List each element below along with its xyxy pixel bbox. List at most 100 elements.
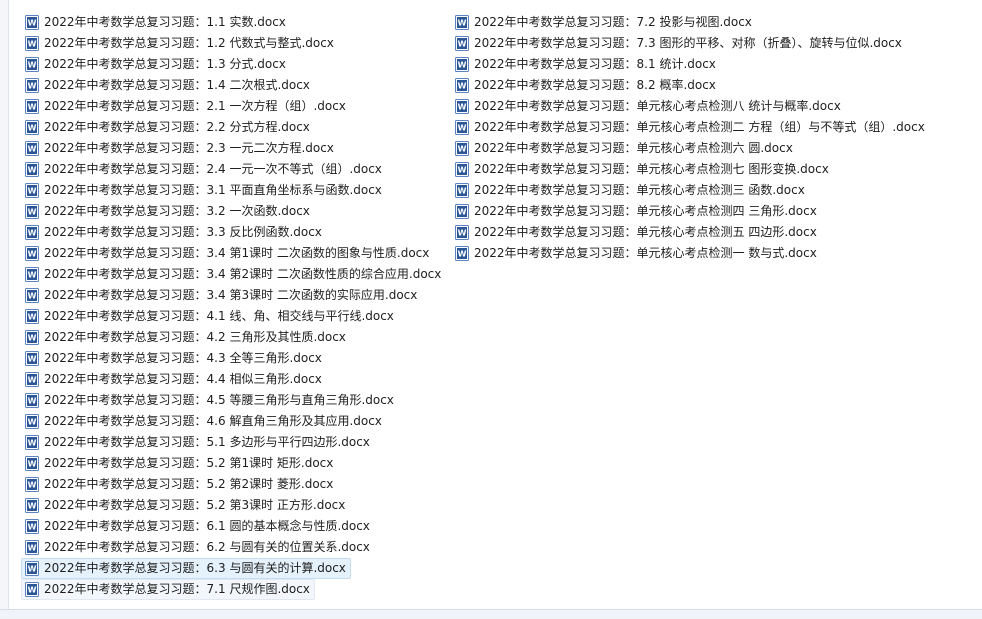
file-item[interactable]: W 2022年中考数学总复习习题：单元核心考点检测三 函数.docx xyxy=(451,180,810,201)
file-item[interactable]: W 2022年中考数学总复习习题：单元核心考点检测二 方程（组）与不等式（组）.… xyxy=(451,117,930,138)
svg-text:W: W xyxy=(458,103,467,112)
file-item[interactable]: W 2022年中考数学总复习习题：2.3 一元二次方程.docx xyxy=(21,138,339,159)
file-name: 2022年中考数学总复习习题：2.4 一元一次不等式（组）.docx xyxy=(44,162,382,176)
file-item[interactable]: W 2022年中考数学总复习习题：2.4 一元一次不等式（组）.docx xyxy=(21,159,387,180)
file-item[interactable]: W 2022年中考数学总复习习题：4.6 解直角三角形及其应用.docx xyxy=(21,411,387,432)
svg-text:W: W xyxy=(28,460,37,469)
file-item[interactable]: W 2022年中考数学总复习习题：7.2 投影与视图.docx xyxy=(451,12,757,33)
word-document-icon: W xyxy=(25,204,39,219)
word-document-icon: W xyxy=(25,141,39,156)
svg-text:W: W xyxy=(28,502,37,511)
file-item[interactable]: W 2022年中考数学总复习习题：4.1 线、角、相交线与平行线.docx xyxy=(21,306,399,327)
file-item[interactable]: W 2022年中考数学总复习习题：3.4 第1课时 二次函数的图象与性质.doc… xyxy=(21,243,434,264)
svg-text:W: W xyxy=(458,229,467,238)
file-item[interactable]: W 2022年中考数学总复习习题：单元核心考点检测七 图形变换.docx xyxy=(451,159,834,180)
file-item[interactable]: W 2022年中考数学总复习习题：4.5 等腰三角形与直角三角形.docx xyxy=(21,390,399,411)
svg-text:W: W xyxy=(28,418,37,427)
file-item[interactable]: W 2022年中考数学总复习习题：6.2 与圆有关的位置关系.docx xyxy=(21,537,375,558)
svg-text:W: W xyxy=(458,124,467,133)
word-document-icon: W xyxy=(25,267,39,282)
word-document-icon: W xyxy=(455,141,469,156)
svg-text:W: W xyxy=(458,250,467,259)
word-document-icon: W xyxy=(25,309,39,324)
file-name: 2022年中考数学总复习习题：5.2 第2课时 菱形.docx xyxy=(44,477,334,491)
file-item[interactable]: W 2022年中考数学总复习习题：5.2 第1课时 矩形.docx xyxy=(21,453,338,474)
file-item[interactable]: W 2022年中考数学总复习习题：单元核心考点检测五 四边形.docx xyxy=(451,222,822,243)
svg-text:W: W xyxy=(28,313,37,322)
svg-text:W: W xyxy=(28,271,37,280)
file-item[interactable]: W 2022年中考数学总复习习题：单元核心考点检测八 统计与概率.docx xyxy=(451,96,846,117)
file-list[interactable]: W 2022年中考数学总复习习题：1.1 实数.docx W 2022年中考数学… xyxy=(0,0,982,609)
file-column-right: W 2022年中考数学总复习习题：7.2 投影与视图.docx W 2022年中… xyxy=(451,12,930,264)
file-name: 2022年中考数学总复习习题：1.2 代数式与整式.docx xyxy=(44,36,334,50)
file-name: 2022年中考数学总复习习题：2.1 一次方程（组）.docx xyxy=(44,99,346,113)
svg-text:W: W xyxy=(28,145,37,154)
file-item[interactable]: W 2022年中考数学总复习习题：1.3 分式.docx xyxy=(21,54,291,75)
svg-text:W: W xyxy=(28,187,37,196)
word-document-icon: W xyxy=(25,414,39,429)
file-item[interactable]: W 2022年中考数学总复习习题：5.2 第2课时 菱形.docx xyxy=(21,474,338,495)
file-item[interactable]: W 2022年中考数学总复习习题：8.1 统计.docx xyxy=(451,54,721,75)
file-name: 2022年中考数学总复习习题：6.2 与圆有关的位置关系.docx xyxy=(44,540,370,554)
svg-text:W: W xyxy=(28,439,37,448)
word-document-icon: W xyxy=(25,120,39,135)
file-item[interactable]: W 2022年中考数学总复习习题：6.3 与圆有关的计算.docx xyxy=(21,558,351,579)
svg-text:W: W xyxy=(28,544,37,553)
file-item[interactable]: W 2022年中考数学总复习习题：单元核心考点检测一 数与式.docx xyxy=(451,243,822,264)
file-name: 2022年中考数学总复习习题：3.1 平面直角坐标系与函数.docx xyxy=(44,183,382,197)
word-document-icon: W xyxy=(25,288,39,303)
file-item[interactable]: W 2022年中考数学总复习习题：3.3 反比例函数.docx xyxy=(21,222,327,243)
file-name: 2022年中考数学总复习习题：单元核心考点检测七 图形变换.docx xyxy=(474,162,829,176)
file-item[interactable]: W 2022年中考数学总复习习题：1.1 实数.docx xyxy=(21,12,291,33)
svg-text:W: W xyxy=(28,292,37,301)
word-document-icon: W xyxy=(25,36,39,51)
word-document-icon: W xyxy=(25,435,39,450)
word-document-icon: W xyxy=(455,204,469,219)
file-item[interactable]: W 2022年中考数学总复习习题：2.2 分式方程.docx xyxy=(21,117,315,138)
file-item[interactable]: W 2022年中考数学总复习习题：3.1 平面直角坐标系与函数.docx xyxy=(21,180,387,201)
word-document-icon: W xyxy=(455,183,469,198)
word-document-icon: W xyxy=(25,246,39,261)
file-item[interactable]: W 2022年中考数学总复习习题：1.2 代数式与整式.docx xyxy=(21,33,339,54)
word-document-icon: W xyxy=(455,120,469,135)
file-name: 2022年中考数学总复习习题：6.1 圆的基本概念与性质.docx xyxy=(44,519,370,533)
file-item[interactable]: W 2022年中考数学总复习习题：单元核心考点检测六 圆.docx xyxy=(451,138,798,159)
word-document-icon: W xyxy=(25,183,39,198)
file-item[interactable]: W 2022年中考数学总复习习题：1.4 二次根式.docx xyxy=(21,75,315,96)
word-document-icon: W xyxy=(25,540,39,555)
file-item[interactable]: W 2022年中考数学总复习习题：3.2 一次函数.docx xyxy=(21,201,315,222)
word-document-icon: W xyxy=(25,456,39,471)
file-item[interactable]: W 2022年中考数学总复习习题：3.4 第3课时 二次函数的实际应用.docx xyxy=(21,285,422,306)
file-item[interactable]: W 2022年中考数学总复习习题：6.1 圆的基本概念与性质.docx xyxy=(21,516,375,537)
file-item[interactable]: W 2022年中考数学总复习习题：7.3 图形的平移、对称（折叠）、旋转与位似.… xyxy=(451,33,907,54)
file-item[interactable]: W 2022年中考数学总复习习题：3.4 第2课时 二次函数性质的综合应用.do… xyxy=(21,264,446,285)
file-item[interactable]: W 2022年中考数学总复习习题：5.2 第3课时 正方形.docx xyxy=(21,495,350,516)
file-item[interactable]: W 2022年中考数学总复习习题：4.4 相似三角形.docx xyxy=(21,369,327,390)
file-name: 2022年中考数学总复习习题：单元核心考点检测六 圆.docx xyxy=(474,141,793,155)
file-item[interactable]: W 2022年中考数学总复习习题：5.1 多边形与平行四边形.docx xyxy=(21,432,375,453)
word-document-icon: W xyxy=(25,561,39,576)
file-name: 2022年中考数学总复习习题：单元核心考点检测一 数与式.docx xyxy=(474,246,817,260)
svg-text:W: W xyxy=(28,166,37,175)
svg-text:W: W xyxy=(458,187,467,196)
svg-text:W: W xyxy=(28,229,37,238)
svg-text:W: W xyxy=(28,586,37,595)
svg-text:W: W xyxy=(458,145,467,154)
file-name: 2022年中考数学总复习习题：3.4 第3课时 二次函数的实际应用.docx xyxy=(44,288,418,302)
file-item[interactable]: W 2022年中考数学总复习习题：2.1 一次方程（组）.docx xyxy=(21,96,351,117)
word-document-icon: W xyxy=(455,78,469,93)
word-document-icon: W xyxy=(25,582,39,597)
file-name: 2022年中考数学总复习习题：2.3 一元二次方程.docx xyxy=(44,141,334,155)
svg-text:W: W xyxy=(28,82,37,91)
svg-text:W: W xyxy=(458,19,467,28)
file-name: 2022年中考数学总复习习题：单元核心考点检测二 方程（组）与不等式（组）.do… xyxy=(474,120,925,134)
file-item[interactable]: W 2022年中考数学总复习习题：8.2 概率.docx xyxy=(451,75,721,96)
svg-text:W: W xyxy=(28,355,37,364)
file-item[interactable]: W 2022年中考数学总复习习题：单元核心考点检测四 三角形.docx xyxy=(451,201,822,222)
file-name: 2022年中考数学总复习习题：1.4 二次根式.docx xyxy=(44,78,310,92)
file-item[interactable]: W 2022年中考数学总复习习题：4.3 全等三角形.docx xyxy=(21,348,327,369)
file-item[interactable]: W 2022年中考数学总复习习题：4.2 三角形及其性质.docx xyxy=(21,327,351,348)
word-document-icon: W xyxy=(455,225,469,240)
word-document-icon: W xyxy=(25,498,39,513)
file-item[interactable]: W 2022年中考数学总复习习题：7.1 尺规作图.docx xyxy=(21,579,315,600)
